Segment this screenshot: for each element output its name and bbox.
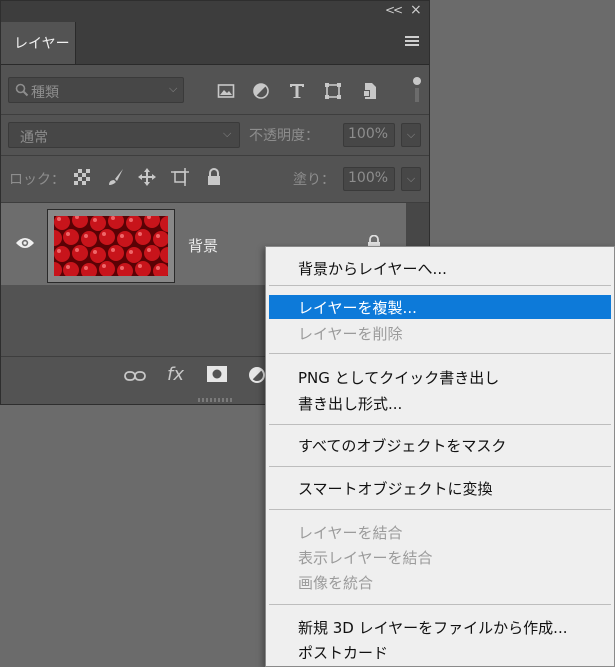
lock-position-icon[interactable] — [138, 168, 156, 186]
smart-object-filter-icon[interactable] — [361, 82, 379, 100]
fill-dropdown[interactable]: ⌵ — [401, 167, 421, 191]
opacity-field[interactable]: 100% — [343, 123, 395, 147]
menu-item-flatten-image[interactable]: 画像を統合 — [269, 570, 611, 594]
menu-item-merge-layers[interactable]: レイヤーを結合 — [269, 520, 611, 544]
menu-separator — [269, 285, 611, 286]
lock-artboard-icon[interactable] — [171, 168, 189, 186]
type-filter-icon[interactable] — [288, 82, 306, 100]
blend-mode-dropdown[interactable]: 通常 ⌵ — [8, 122, 240, 148]
menu-item-quick-export-png[interactable]: PNG としてクイック書き出し — [269, 365, 611, 389]
panel-title-bar: << × — [1, 1, 429, 22]
layer-thumbnail[interactable] — [47, 209, 175, 283]
menu-item-postcard[interactable]: ポストカード — [269, 640, 611, 664]
blend-row: 通常 ⌵ 不透明度： 100% ⌵ — [1, 115, 429, 156]
filter-toggle-switch[interactable] — [413, 77, 421, 104]
chevron-down-icon: ⌵ — [169, 82, 178, 95]
chevron-down-icon: ⌵ — [223, 127, 232, 140]
menu-item-export-as[interactable]: 書き出し形式... — [269, 391, 611, 415]
opacity-dropdown[interactable]: ⌵ — [401, 123, 421, 147]
menu-item-duplicate-layer[interactable]: レイヤーを複製... — [269, 295, 611, 319]
lock-label: ロック： — [9, 172, 65, 188]
context-menu: 背景からレイヤーへ... レイヤーを複製... レイヤーを削除 PNG としてク… — [265, 246, 615, 667]
image-filter-icon[interactable] — [217, 82, 235, 100]
opacity-label: 不透明度： — [249, 128, 319, 144]
fill-label: 塗り： — [293, 172, 335, 188]
layer-name[interactable]: 背景 — [188, 235, 218, 256]
shape-filter-icon[interactable] — [324, 82, 342, 100]
filter-kind-dropdown[interactable]: 種類 ⌵ — [8, 77, 184, 103]
close-panel-button[interactable]: × — [410, 2, 422, 18]
lock-image-pixels-icon[interactable] — [107, 168, 125, 186]
adjustment-layer-icon[interactable] — [248, 366, 266, 384]
blend-mode-value: 通常 — [20, 130, 48, 146]
layer-mask-icon[interactable] — [207, 366, 227, 382]
menu-separator — [269, 353, 611, 354]
menu-item-convert-to-smart-object[interactable]: スマートオブジェクトに変換 — [269, 476, 611, 500]
menu-item-merge-visible[interactable]: 表示レイヤーを結合 — [269, 545, 611, 569]
fx-icon[interactable]: fx — [167, 364, 184, 385]
apples-image — [54, 216, 168, 276]
adjustment-filter-icon[interactable] — [252, 82, 270, 100]
link-layers-icon[interactable] — [124, 370, 146, 382]
panel-tab-row: レイヤー — [1, 22, 429, 65]
lock-row: ロック： 塗り： 100% ⌵ — [1, 156, 429, 203]
menu-item-delete-layer[interactable]: レイヤーを削除 — [269, 321, 611, 345]
filter-row: 種類 ⌵ — [1, 65, 429, 115]
menu-separator — [269, 509, 611, 510]
menu-item-mask-all-objects[interactable]: すべてのオブジェクトをマスク — [269, 433, 611, 457]
menu-item-layer-from-background[interactable]: 背景からレイヤーへ... — [269, 256, 611, 280]
hamburger-menu-icon[interactable] — [405, 36, 419, 48]
collapse-panel-button[interactable]: << — [385, 3, 403, 17]
visibility-eye-icon[interactable] — [15, 236, 35, 250]
lock-transparent-pixels-icon[interactable] — [73, 168, 91, 186]
menu-item-new-3d-layer-from-file[interactable]: 新規 3D レイヤーをファイルから作成... — [269, 615, 611, 639]
menu-separator — [269, 604, 611, 605]
search-icon — [15, 83, 29, 97]
fill-field[interactable]: 100% — [343, 167, 395, 191]
menu-separator — [269, 424, 611, 425]
tab-layers[interactable]: レイヤー — [1, 22, 76, 64]
filter-kind-label: 種類 — [31, 85, 59, 101]
menu-separator — [269, 466, 611, 467]
resize-grip[interactable] — [198, 398, 232, 402]
lock-all-icon[interactable] — [205, 168, 223, 186]
